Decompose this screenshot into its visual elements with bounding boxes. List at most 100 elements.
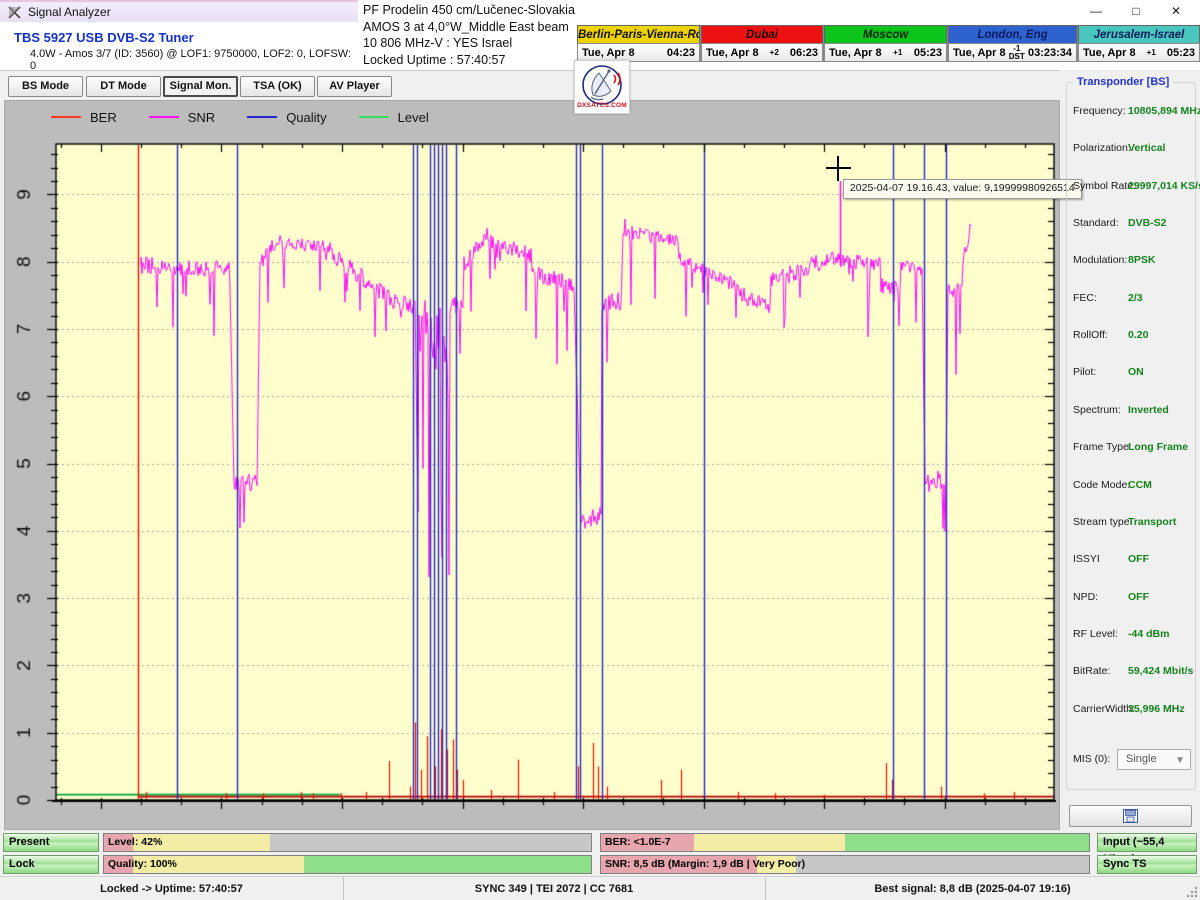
transponder-label: Modulation:	[1073, 254, 1127, 266]
tab-tsa-ok-[interactable]: TSA (OK)	[240, 76, 315, 97]
clock-offset-value: +1	[882, 49, 914, 57]
clock-date: Tue, Apr 8	[1083, 47, 1136, 59]
legend-color-line	[149, 116, 179, 118]
statusbar-section: Locked -> Uptime: 57:40:57	[0, 877, 344, 900]
tab-dt-mode[interactable]: DT Mode	[86, 76, 161, 97]
transponder-label: RF Level:	[1073, 628, 1118, 640]
device-subtitle: 4.0W - Amos 3/7 (ID: 3560) @ LOF1: 97500…	[30, 48, 358, 72]
indicator-lock-button[interactable]: Lock	[3, 855, 99, 874]
transponder-label: Frame Type:	[1073, 441, 1132, 453]
device-header: TBS 5927 USB DVB-S2 Tuner 4.0W - Amos 3/…	[0, 22, 358, 70]
mode-tabs: BS ModeDT ModeSignal Mon.TSA (OK)AV Play…	[0, 70, 1060, 101]
resize-grip[interactable]	[1186, 886, 1198, 898]
transponder-row: Frame Type:Long Frame	[1073, 441, 1191, 455]
transponder-label: RollOff:	[1073, 329, 1108, 341]
indicator-input-button[interactable]: Input (~55,4 Mbps)	[1097, 833, 1197, 852]
tab-signal-mon-[interactable]: Signal Mon.	[163, 76, 238, 97]
clock-jerusalem-israel: Jerusalem-IsraelTue, Apr 8+105:23	[1077, 25, 1200, 62]
statusbar-section: Best signal: 8,8 dB (2025-04-07 19:16)	[765, 877, 1180, 900]
transponder-value: 0.20	[1128, 329, 1148, 341]
transponder-row: RollOff: 0.20	[1073, 329, 1191, 343]
transponder-row: Pilot:ON	[1073, 366, 1191, 380]
legend-color-line	[51, 116, 81, 118]
mis-label: MIS (0):	[1073, 753, 1110, 765]
transponder-row: Code Mode:CCM	[1073, 479, 1191, 493]
transponder-row: BitRate: 59,424 Mbit/s	[1073, 665, 1191, 679]
site-info-line: 10 806 MHz-V : YES Israel	[363, 35, 578, 52]
legend-item-ber: BER	[51, 110, 117, 125]
transponder-value: Vertical	[1128, 142, 1165, 154]
clock-date: Tue, Apr 8	[582, 47, 635, 59]
transponder-label: CarrierWidth:	[1073, 703, 1135, 715]
legend-label: Level	[398, 110, 429, 125]
transponder-row: NPD:OFF	[1073, 591, 1191, 605]
tab-bs-mode[interactable]: BS Mode	[8, 76, 83, 97]
transponder-value: 2/3	[1128, 292, 1143, 304]
chart-legend: BERSNRQualityLevel	[51, 106, 461, 128]
progress-bar-level: Level: 42%	[103, 833, 592, 852]
indicator-present-button[interactable]: Present	[3, 833, 99, 852]
legend-label: SNR	[188, 110, 215, 125]
clock-london-eng: London, EngTue, Apr 8-1DST03:23:34	[947, 25, 1077, 62]
progress-zone	[694, 834, 845, 851]
window-title: Signal Analyzer	[28, 5, 111, 19]
clock-time-row: Tue, Apr 8-1DST03:23:34	[948, 43, 1077, 62]
legend-color-line	[247, 116, 277, 118]
clock-utc-offset: +1	[1136, 49, 1167, 57]
transponder-label: Spectrum:	[1073, 404, 1121, 416]
clock-date: Tue, Apr 8	[706, 47, 759, 59]
transponder-row: Polarization:Vertical	[1073, 142, 1191, 156]
transponder-row: Spectrum: Inverted	[1073, 404, 1191, 418]
clock-offset-dst: DST	[1006, 53, 1028, 61]
transponder-label: Pilot:	[1073, 366, 1096, 378]
signal-chart[interactable]	[5, 101, 1059, 829]
site-info-line: PF Prodelin 450 cm/Lučenec-Slovakia	[363, 2, 578, 19]
transponder-row: Stream type:Transport	[1073, 516, 1191, 530]
progress-bar-quality: Quality: 100%	[103, 855, 592, 874]
mis-select[interactable]: Single ▼	[1117, 749, 1191, 770]
transponder-label: ISSYI	[1073, 553, 1100, 565]
progress-zone	[845, 834, 1089, 851]
save-button[interactable]	[1069, 805, 1192, 827]
close-button[interactable]: ✕	[1156, 2, 1196, 21]
transponder-value: CCM	[1128, 479, 1152, 491]
clock-city-label: Jerusalem-Israel	[1078, 25, 1200, 43]
tab-av-player[interactable]: AV Player	[317, 76, 392, 97]
transponder-value: Transport	[1128, 516, 1176, 528]
clock-utc-offset: +2	[759, 49, 790, 57]
transponder-row: ISSYIOFF	[1073, 553, 1191, 567]
transponder-value: 59,424 Mbit/s	[1128, 665, 1193, 677]
maximize-button[interactable]: □	[1116, 2, 1156, 21]
clock-offset-value: +2	[759, 49, 790, 57]
transponder-group: Transponder [BS] Frequency:10805,894 MHz…	[1066, 82, 1196, 790]
progress-bar-ber: BER: <1.0E-7	[600, 833, 1090, 852]
site-info-line: Locked Uptime : 57:40:57	[363, 52, 578, 69]
dxsatcs-logo: DXSATCS.COM	[574, 60, 630, 114]
transponder-value: 35,996 MHz	[1128, 703, 1185, 715]
transponder-row: CarrierWidth:35,996 MHz	[1073, 703, 1191, 717]
clock-city-label: London, Eng	[948, 25, 1077, 43]
transponder-label: Stream type:	[1073, 516, 1133, 528]
device-title: TBS 5927 USB DVB-S2 Tuner	[14, 30, 194, 45]
mis-row: MIS (0): Single ▼	[1073, 749, 1191, 771]
clock-date: Tue, Apr 8	[953, 47, 1006, 59]
transponder-label: Standard:	[1073, 217, 1119, 229]
legend-item-level: Level	[359, 110, 429, 125]
clock-city-label: Moscow	[824, 25, 947, 43]
clock-time: 05:23	[914, 47, 942, 59]
disk-icon	[1123, 809, 1138, 823]
clock-date: Tue, Apr 8	[829, 47, 882, 59]
transponder-row: Symbol Rate:29997,014 KS/s	[1073, 180, 1191, 194]
transponder-label: BitRate:	[1073, 665, 1110, 677]
minimize-button[interactable]: —	[1076, 2, 1116, 21]
transponder-value: Inverted	[1128, 404, 1169, 416]
progress-zone	[304, 856, 591, 873]
clock-time: 06:23	[790, 47, 818, 59]
transponder-row: Modulation:8PSK	[1073, 254, 1191, 268]
clock-utc-offset: +1	[882, 49, 914, 57]
transponder-label: Polarization:	[1073, 142, 1131, 154]
transponder-value: 29997,014 KS/s	[1128, 180, 1200, 192]
transponder-value: Long Frame	[1128, 441, 1188, 453]
indicator-sync-ts-button[interactable]: Sync TS	[1097, 855, 1197, 874]
progress-zone	[796, 856, 1089, 873]
